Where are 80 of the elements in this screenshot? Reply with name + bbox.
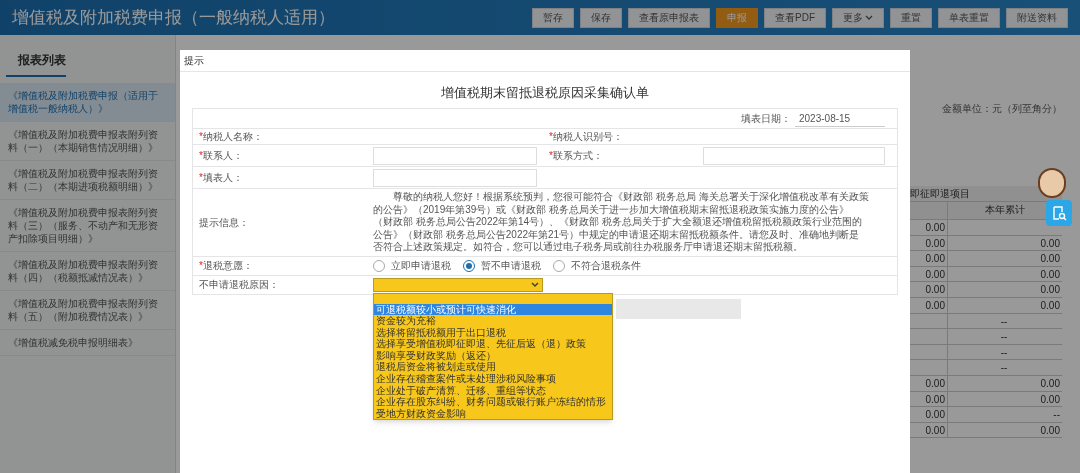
dropdown-option[interactable]: 企业存在股东纠纷、财务问题或银行账户冻结的情形 <box>374 396 612 408</box>
dropdown-option[interactable]: 资金较为充裕 <box>374 315 612 327</box>
toolbar-button[interactable]: 单表重置 <box>938 7 1000 28</box>
dropdown-option[interactable]: 受地方财政资金影响 <box>374 407 612 420</box>
caret-icon <box>531 281 539 288</box>
required-mark: * <box>199 259 203 273</box>
field-label: 填表人： <box>202 171 243 185</box>
required-mark: * <box>549 130 553 144</box>
table-cell: 0.00 <box>925 237 945 249</box>
input-field[interactable] <box>373 146 537 165</box>
page-title: 增值税及附加税费申报（一般纳税人适用） <box>12 6 335 29</box>
table-cell: 0.00 <box>1040 253 1060 265</box>
table-cell: 0.00 <box>1040 284 1060 296</box>
table-cell: -- <box>1053 409 1060 421</box>
toolbar-button[interactable]: 查看原申报表 <box>628 7 710 28</box>
dropdown-option[interactable]: 企业处于破产清算、迁移、重组等状态 <box>374 384 612 397</box>
field-label: 纳税人识别号： <box>552 130 623 144</box>
assistant-avatar[interactable] <box>1038 168 1066 198</box>
table-cell: 0.00 <box>1040 424 1060 436</box>
table-cell: 0.00 <box>925 222 945 233</box>
field-label: 退税意愿： <box>202 259 253 273</box>
toolbar-button[interactable]: 重置 <box>890 7 932 28</box>
dropdown-option[interactable]: 企业存在稽查案件或未处理涉税风险事项 <box>374 373 612 385</box>
dropdown-option[interactable]: 可退税额较小或预计可快速消化 <box>374 303 612 316</box>
required-mark: * <box>199 149 203 163</box>
field-label: 不申请退税原因： <box>199 278 279 292</box>
table-cell: 0.00 <box>1040 268 1060 280</box>
table-cell: 0.00 <box>925 409 945 421</box>
dropdown-option[interactable]: 影响享受财政奖励（返还） <box>374 349 612 362</box>
field-label: 提示信息： <box>199 215 249 230</box>
field-label: 联系方式： <box>552 149 603 163</box>
table-header: 本年累计 <box>984 203 1026 217</box>
table-cell: 0.00 <box>1040 377 1060 389</box>
radio-label: 立即申请退税 <box>391 259 451 273</box>
dropdown-option[interactable]: 退税后资金将被划走或使用 <box>374 361 612 374</box>
sidebar-title: 报表列表 <box>18 53 66 67</box>
table-cell: 0.00 <box>925 253 945 265</box>
table-cell: 0.00 <box>925 284 945 296</box>
dropdown-option[interactable]: 选择享受增值税即征即退、先征后返（退）政策 <box>374 338 612 350</box>
sidebar-item[interactable]: 《增值税及附加税费申报（适用于增值税一般纳税人）》 <box>0 83 175 122</box>
field-label: 填表日期： <box>741 112 791 126</box>
table-cell-text: -- <box>999 345 1009 360</box>
table-cell-text: -- <box>999 361 1009 376</box>
input-field[interactable] <box>703 146 885 165</box>
required-mark: * <box>199 171 203 185</box>
table-cell: 0.00 <box>925 268 945 280</box>
unit-note: 金额单位：元（列至角分） <box>942 102 1062 116</box>
table-cell: 0.00 <box>1040 299 1060 311</box>
table-cell: 0.00 <box>925 377 945 389</box>
toolbar-button[interactable]: 暂存 <box>532 7 574 28</box>
toolbar-button[interactable]: 附送资料 <box>1006 7 1068 28</box>
table-cell: 0.00 <box>1040 237 1060 249</box>
toolbar-button[interactable]: 更多 <box>832 7 884 28</box>
hint-paragraph: 尊敬的纳税人您好！根据系统预判，您很可能符合《财政部 税务总局 海关总署关于深化增值税改革有关政策的公告》（2019年第39号）或《财政部 税务总局关于进一步加大增值税期末留抵退税政策实施力度的公告》（财政部 税务总局公告2022年第14号）、《财政部 税务总局关于扩大全额退还增值税留抵税额政策行业范围的公告》（财政部 税务总局公告2022年第21号）中规定的申请退还期末留抵税额条件。请您及时、准确地判断是否符合上述政策规定。如符合，您可以通过电子税务局或前往办税服务厅申请退还期末留抵税额。 <box>373 190 870 254</box>
table-cell: 0.00 <box>925 299 945 311</box>
sidebar-item[interactable]: 《增值税减免税申报明细表》 <box>0 330 175 356</box>
table-cell: 0.00 <box>1040 393 1060 405</box>
form-title: 增值税期末留抵退税原因采集确认单 <box>441 85 649 100</box>
required-mark: * <box>549 149 553 163</box>
table-cell: 0.00 <box>925 424 945 436</box>
field-label: 联系人： <box>202 149 243 163</box>
sidebar-item[interactable]: 《增值税及附加税费申报表附列资料（四）（税额抵减情况表）》 <box>0 252 175 291</box>
field-label: 纳税人名称： <box>202 130 263 144</box>
input-field[interactable] <box>373 168 537 187</box>
date-field[interactable]: 2023-08-15 <box>795 110 885 127</box>
table-cell: 0.00 <box>925 393 945 405</box>
dialog-title: 提示 <box>184 54 204 68</box>
required-mark: * <box>199 130 203 144</box>
sidebar-item[interactable]: 《增值税及附加税费申报表附列资料（五）（附加税费情况表）》 <box>0 291 175 330</box>
select-field[interactable] <box>373 277 543 292</box>
caret-icon <box>865 14 873 21</box>
toolbar-button[interactable]: 保存 <box>580 7 622 28</box>
radio-label: 不符合退税条件 <box>571 259 641 273</box>
dropdown-option[interactable]: 选择将留抵税额用于出口退税 <box>374 326 612 339</box>
search-document-icon[interactable] <box>1046 200 1072 226</box>
radio-label: 暂不申请退税 <box>481 259 541 273</box>
table-cell-text: -- <box>999 330 1009 345</box>
sidebar-item[interactable]: 《增值税及附加税费申报表附列资料（三）（服务、不动产和无形资产扣除项目明细）》 <box>0 200 175 252</box>
table-cell-text: -- <box>999 314 1009 329</box>
toolbar-button[interactable]: 查看PDF <box>764 7 826 28</box>
